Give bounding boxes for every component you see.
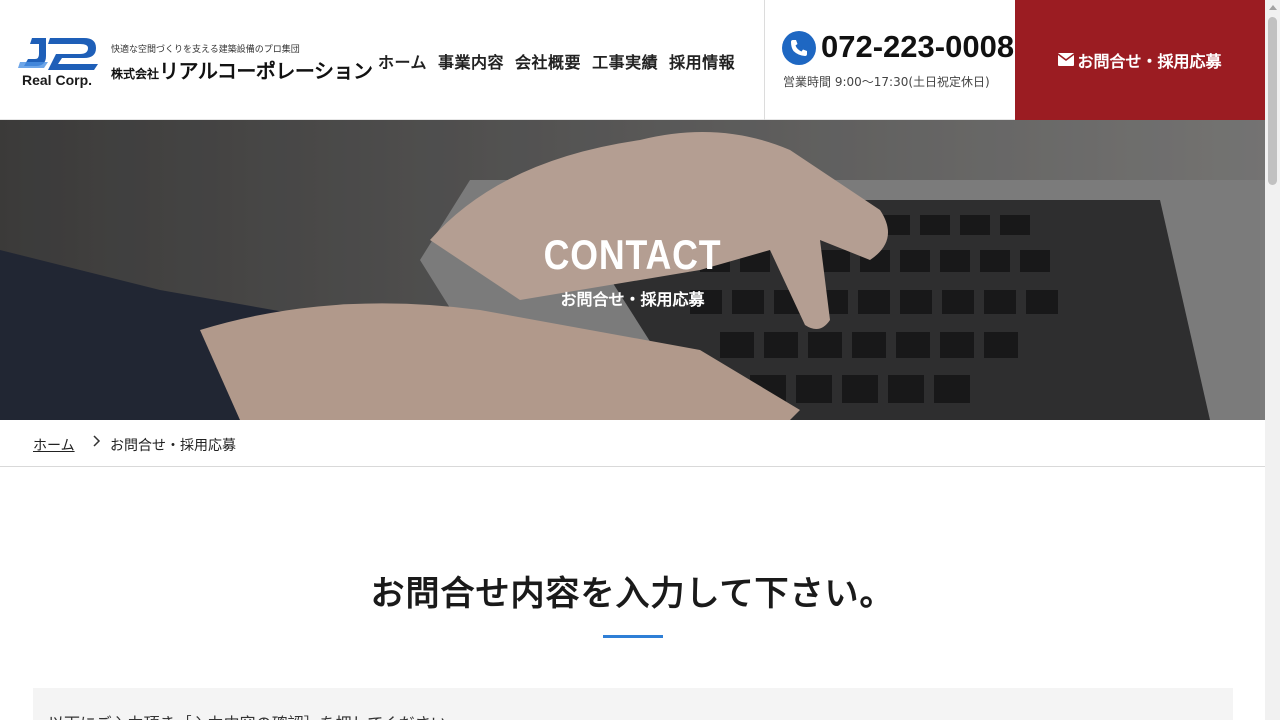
- scroll-up-arrow-icon[interactable]: [1265, 0, 1280, 15]
- hero-title: CONTACT: [543, 231, 722, 278]
- nav-item-works[interactable]: 工事実績: [592, 49, 658, 73]
- breadcrumb-current: お問合せ・採用応募: [110, 438, 236, 454]
- main-nav: ホーム 事業内容 会社概要 工事実績 採用情報: [378, 49, 746, 73]
- company-name[interactable]: 株式会社リアルコーポレーション: [111, 55, 373, 84]
- company-tagline: 快適な空間づくりを支える建築設備のプロ集団: [111, 45, 300, 55]
- page-scrollbar[interactable]: [1265, 0, 1280, 720]
- company-logo[interactable]: Real Corp.: [18, 32, 102, 90]
- form-intro-text: 以下にご入力頂き［入力内容の確認］を押してください。: [48, 710, 463, 720]
- contact-button[interactable]: お問合せ・採用応募: [1015, 0, 1265, 120]
- chevron-right-icon: [92, 434, 102, 452]
- svg-text:Real Corp.: Real Corp.: [22, 72, 92, 88]
- mail-icon: [1058, 51, 1075, 70]
- phone-contact[interactable]: 072-223-0008 営業時間 9:00〜17:30(土日祝定休日): [764, 0, 1015, 120]
- breadcrumb: ホーム お問合せ・採用応募: [0, 420, 1265, 467]
- business-hours: 営業時間 9:00〜17:30(土日祝定休日): [783, 75, 990, 89]
- contact-button-label: お問合せ・採用応募: [1077, 52, 1222, 71]
- hero-banner: CONTACT お問合せ・採用応募: [0, 120, 1265, 420]
- breadcrumb-home-link[interactable]: ホーム: [33, 435, 75, 455]
- nav-item-recruit[interactable]: 採用情報: [669, 49, 735, 73]
- heading-underline: [603, 635, 663, 638]
- phone-number[interactable]: 072-223-0008: [821, 29, 1014, 65]
- logo-mark-icon: Real Corp.: [18, 38, 98, 88]
- hero-subtitle: お問合せ・採用応募: [560, 290, 705, 309]
- scroll-thumb[interactable]: [1268, 17, 1277, 185]
- company-prefix: 株式会社: [111, 67, 160, 81]
- nav-item-home[interactable]: ホーム: [378, 49, 427, 73]
- site-header: Real Corp. 快適な空間づくりを支える建築設備のプロ集団 株式会社リアル…: [0, 0, 1265, 120]
- nav-item-business[interactable]: 事業内容: [438, 49, 504, 73]
- page-heading: お問合せ内容を入力して下さい。: [370, 574, 895, 614]
- nav-item-company[interactable]: 会社概要: [515, 49, 581, 73]
- phone-icon: [782, 31, 816, 65]
- company-name-text: リアルコーポレーション: [159, 59, 373, 83]
- form-intro-box: 以下にご入力頂き［入力内容の確認］を押してください。: [33, 688, 1233, 720]
